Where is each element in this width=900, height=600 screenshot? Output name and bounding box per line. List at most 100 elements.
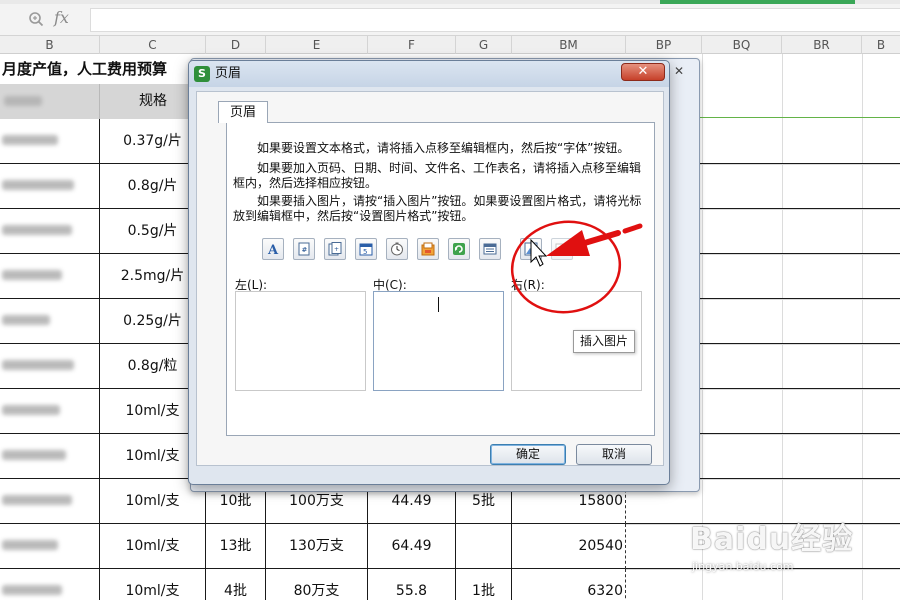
- column-header-f[interactable]: F: [368, 36, 456, 54]
- amount-cell[interactable]: 6320: [512, 569, 626, 600]
- insert-picture-tooltip: 插入图片: [573, 330, 635, 353]
- name-header-cell[interactable]: [0, 84, 100, 119]
- column-header-e[interactable]: E: [266, 36, 368, 54]
- column-header-bm[interactable]: BM: [512, 36, 626, 54]
- instruction-fields: 如果要加入页码、日期、时间、文件名、工作表名，请将插入点移至编辑框内，然后选择相…: [233, 161, 642, 190]
- active-tab-indicator: [660, 0, 855, 4]
- blurred-text: [2, 405, 60, 415]
- name-cell[interactable]: [0, 479, 100, 524]
- time-icon: [391, 242, 403, 256]
- close-button[interactable]: ✕: [621, 63, 665, 81]
- batch-cell[interactable]: 13批: [206, 524, 266, 569]
- blurred-text: [2, 585, 62, 595]
- name-cell[interactable]: [0, 164, 100, 209]
- column-header-g[interactable]: G: [456, 36, 512, 54]
- dialog-title: 页眉: [215, 66, 242, 81]
- batch2-cell[interactable]: [456, 524, 512, 569]
- dialog-titlebar[interactable]: S 页眉 ✕: [189, 61, 669, 87]
- wps-logo-icon: S: [194, 66, 210, 82]
- date-icon: 5: [359, 243, 373, 256]
- zoom-icon[interactable]: [28, 11, 44, 27]
- blurred-text: [2, 360, 74, 370]
- name-cell[interactable]: [0, 524, 100, 569]
- cancel-button[interactable]: 取消: [576, 444, 652, 465]
- batch-cell[interactable]: 4批: [206, 569, 266, 600]
- watermark-url: jingyan.baidu.com: [692, 560, 794, 573]
- page-number-icon: #: [298, 242, 310, 256]
- name-cell[interactable]: [0, 119, 100, 164]
- quantity-cell[interactable]: 130万支: [266, 524, 368, 569]
- name-cell[interactable]: [0, 389, 100, 434]
- value-cell[interactable]: 64.49: [368, 524, 456, 569]
- page-number-button[interactable]: #: [293, 238, 315, 260]
- blurred-text: [2, 270, 62, 280]
- column-header-b[interactable]: B: [0, 36, 100, 54]
- insert-picture-button[interactable]: [520, 238, 542, 260]
- blurred-text: [2, 450, 66, 460]
- name-cell[interactable]: [0, 434, 100, 479]
- blurred-text: [2, 315, 50, 325]
- watermark: Baidu经验 jingyan.baidu.com: [690, 500, 880, 580]
- amount-cell[interactable]: 20540: [512, 524, 626, 569]
- filename-button[interactable]: [448, 238, 470, 260]
- column-header-d[interactable]: D: [206, 36, 266, 54]
- column-header-c[interactable]: C: [100, 36, 206, 54]
- page-count-button[interactable]: +: [324, 238, 346, 260]
- text-caret: [438, 297, 439, 312]
- formula-top-strip: [0, 0, 900, 4]
- formula-bar: fx: [0, 0, 900, 36]
- tab-header[interactable]: 页眉: [218, 101, 268, 123]
- batch2-cell[interactable]: 1批: [456, 569, 512, 600]
- date-button[interactable]: 5: [355, 238, 377, 260]
- blurred-text: [4, 96, 42, 106]
- instruction-font: 如果要设置文本格式，请将插入点移至编辑框内，然后按“字体”按钮。: [257, 141, 630, 155]
- time-button[interactable]: [386, 238, 408, 260]
- file-path-icon: [421, 242, 435, 256]
- blurred-text: [2, 540, 58, 550]
- svg-text:5: 5: [363, 248, 367, 256]
- sheet-title[interactable]: 月度产值，人工费用预算: [0, 54, 210, 84]
- file-path-button[interactable]: [417, 238, 439, 260]
- column-header-bq[interactable]: BQ: [702, 36, 782, 54]
- blurred-text: [2, 495, 72, 505]
- selection-border: [700, 117, 900, 118]
- name-cell[interactable]: [0, 569, 100, 600]
- blurred-text: [2, 225, 72, 235]
- baidu-logo: Baidu经验: [690, 522, 854, 557]
- insert-picture-icon: [524, 242, 538, 256]
- name-cell[interactable]: [0, 299, 100, 344]
- blurred-text: [2, 180, 74, 190]
- value-cell[interactable]: 55.8: [368, 569, 456, 600]
- filename-icon: [453, 243, 465, 255]
- header-dialog: S 页眉 ✕ 页眉 如果要设置文本格式，请将插入点移至编辑框内，然后按“字体”按…: [188, 60, 670, 485]
- name-cell[interactable]: [0, 254, 100, 299]
- svg-text:+: +: [334, 246, 339, 253]
- header-tab-panel: 如果要设置文本格式，请将插入点移至编辑框内，然后按“字体”按钮。 如果要加入页码…: [226, 122, 655, 436]
- formula-input[interactable]: [90, 8, 900, 32]
- quantity-cell[interactable]: 80万支: [266, 569, 368, 600]
- spec-cell[interactable]: 10ml/支: [100, 524, 206, 569]
- format-picture-icon: [555, 243, 569, 255]
- svg-text:#: #: [302, 246, 308, 254]
- spec-cell[interactable]: 10ml/支: [100, 569, 206, 600]
- name-cell[interactable]: [0, 344, 100, 389]
- sheet-name-button[interactable]: [479, 238, 501, 260]
- column-header-next[interactable]: B: [862, 36, 900, 54]
- center-section-input[interactable]: [373, 291, 504, 391]
- page-count-icon: +: [328, 242, 342, 256]
- font-icon: A: [267, 243, 279, 256]
- font-button[interactable]: A: [262, 238, 284, 260]
- page-setup-close-icon[interactable]: ✕: [669, 63, 689, 79]
- format-picture-button[interactable]: [551, 238, 573, 260]
- column-header: B C D E F G BM BP BQ BR B: [0, 36, 900, 54]
- name-cell[interactable]: [0, 209, 100, 254]
- column-header-br[interactable]: BR: [782, 36, 862, 54]
- column-header-bp[interactable]: BP: [626, 36, 702, 54]
- blurred-text: [2, 135, 58, 145]
- fx-icon[interactable]: fx: [54, 8, 69, 27]
- left-section-input[interactable]: [235, 291, 366, 391]
- sheet-name-icon: [483, 243, 497, 255]
- instruction-picture: 如果要插入图片，请按“插入图片”按钮。如果要设置图片格式，请将光标放到编辑框中，…: [233, 194, 642, 223]
- svg-text:A: A: [267, 243, 279, 256]
- ok-button[interactable]: 确定: [490, 444, 566, 465]
